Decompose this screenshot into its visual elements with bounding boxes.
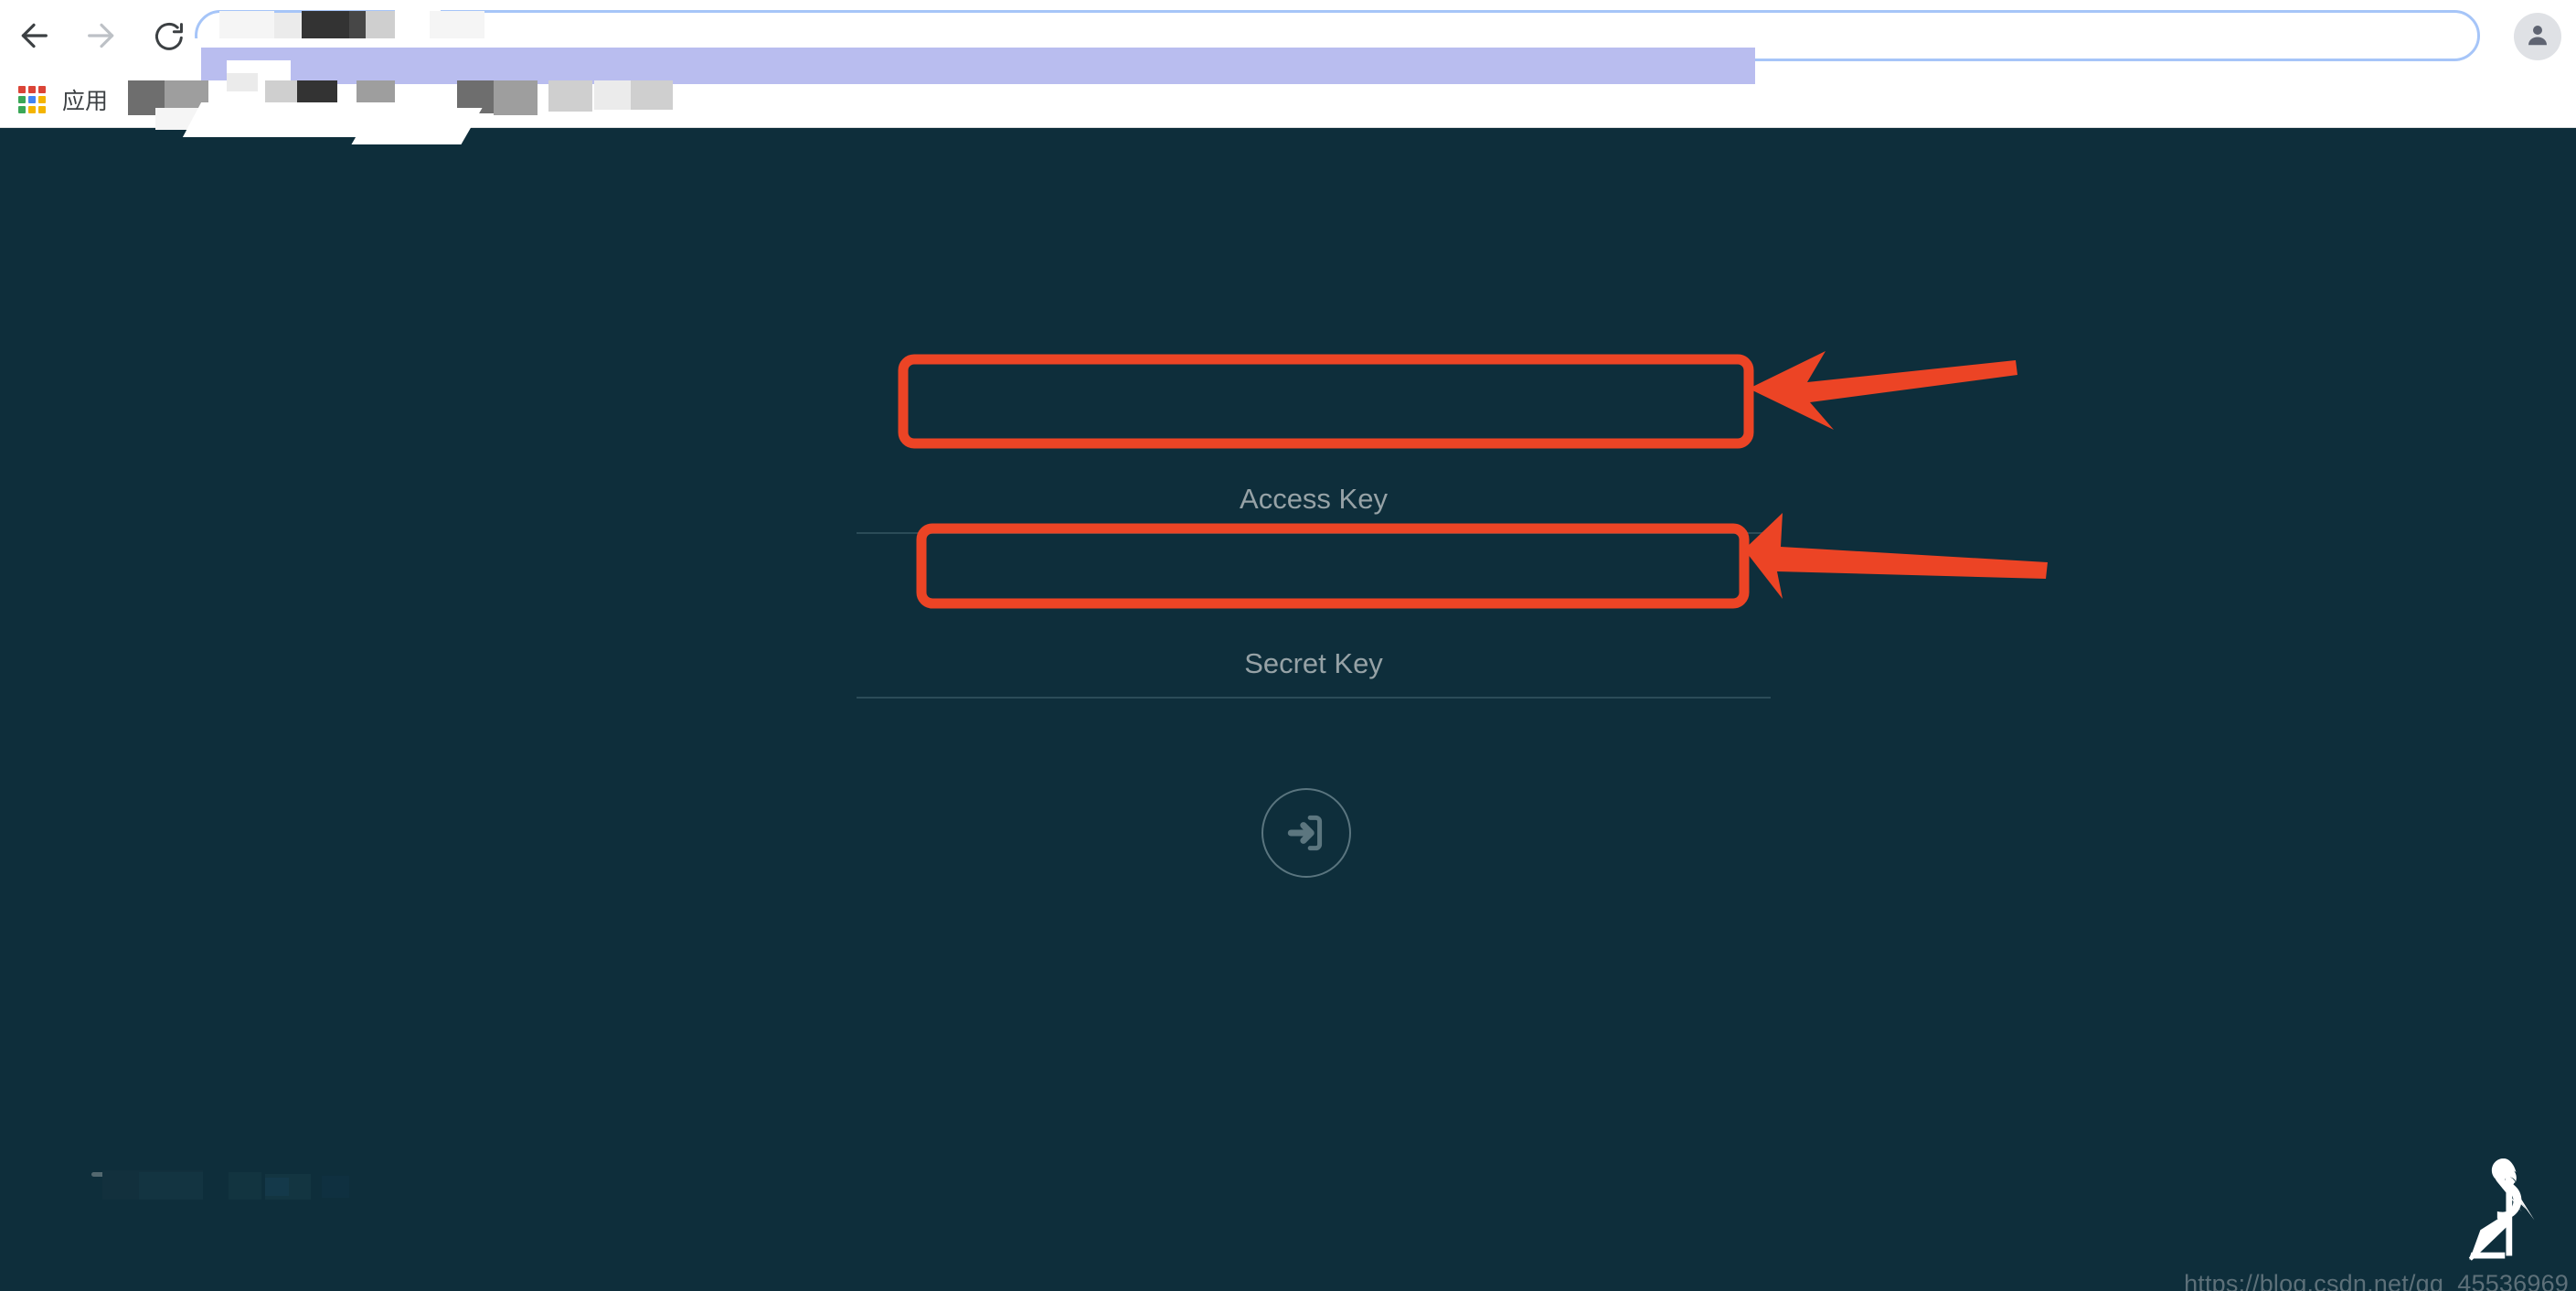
apps-grid-icon[interactable] [18, 86, 46, 113]
forward-button[interactable] [68, 2, 135, 69]
minio-stork-logo [2426, 1145, 2563, 1282]
apps-bookmark-label[interactable]: 应用 [62, 83, 108, 116]
reload-icon [152, 18, 186, 53]
secret-key-field-wrapper [857, 631, 1771, 699]
profile-avatar-icon [2524, 21, 2551, 53]
browser-toolbar [0, 0, 2576, 71]
secret-key-input[interactable] [857, 631, 1771, 699]
sign-in-icon [1283, 810, 1329, 856]
browser-chrome: 应用 [0, 0, 2576, 144]
toolbar-divider [0, 127, 2576, 128]
back-button[interactable] [0, 2, 68, 69]
profile-avatar[interactable] [2514, 13, 2561, 60]
login-form: https://blog.csdn.net/qq_45536969 [0, 128, 2576, 1291]
address-bar[interactable] [195, 10, 2480, 61]
reload-button[interactable] [135, 2, 203, 69]
access-key-input[interactable] [857, 466, 1771, 534]
forward-arrow-icon [83, 17, 120, 54]
bookmarks-bar: 应用 [0, 71, 2576, 128]
login-submit-button[interactable] [1261, 788, 1351, 878]
back-arrow-icon [16, 17, 52, 54]
csdn-watermark: https://blog.csdn.net/qq_45536969 [2184, 1270, 2569, 1291]
access-key-field-wrapper [857, 466, 1771, 534]
minio-login-page: https://blog.csdn.net/qq_45536969 [0, 128, 2576, 1291]
